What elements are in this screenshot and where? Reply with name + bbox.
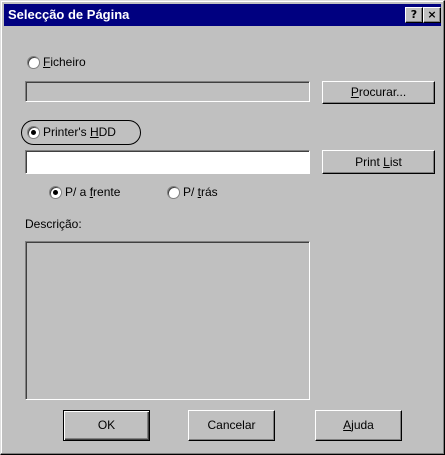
page-selection-dialog: Selecção de Página ? × Ficheiro Procurar…	[0, 0, 445, 455]
file-radio-label: Ficheiro	[43, 55, 86, 69]
hdd-file-input[interactable]	[25, 150, 310, 174]
back-side-radio[interactable]: P/ trás	[167, 185, 218, 199]
help-button[interactable]: ?	[405, 7, 423, 23]
browse-button[interactable]: Procurar...	[322, 81, 435, 104]
close-button[interactable]: ×	[423, 7, 441, 23]
front-side-radio-indicator[interactable]	[49, 185, 62, 199]
file-radio-indicator[interactable]	[27, 55, 40, 69]
front-side-radio-label: P/ a frente	[65, 185, 121, 199]
dialog-title: Selecção de Página	[8, 7, 130, 22]
description-label: Descrição:	[25, 217, 82, 231]
ok-button[interactable]: OK	[63, 410, 150, 441]
file-path-field	[25, 81, 310, 102]
hdd-radio-indicator[interactable]	[27, 125, 40, 139]
back-side-radio-label: P/ trás	[183, 185, 218, 199]
file-radio[interactable]: Ficheiro	[27, 55, 86, 69]
cancel-button[interactable]: Cancelar	[188, 410, 275, 441]
title-bar: Selecção de Página ? ×	[4, 4, 441, 26]
hdd-radio[interactable]: Printer's HDD	[27, 125, 116, 139]
back-side-radio-indicator[interactable]	[167, 185, 180, 199]
hdd-radio-label: Printer's HDD	[43, 125, 116, 139]
description-box	[25, 241, 310, 400]
help-dialog-button[interactable]: Ajuda	[315, 410, 402, 441]
front-side-radio[interactable]: P/ a frente	[49, 185, 120, 199]
print-list-button[interactable]: Print List	[322, 150, 435, 174]
